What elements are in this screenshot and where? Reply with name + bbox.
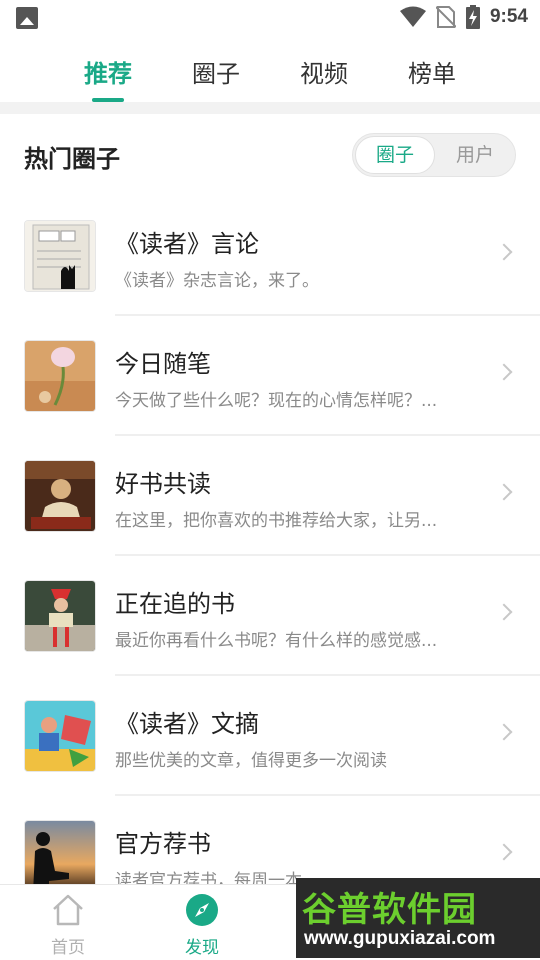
status-bar: 9:54 (0, 0, 540, 36)
circle-description: 在这里，把你喜欢的书推荐给大家，让另... (115, 511, 438, 531)
no-sim-icon (435, 6, 456, 28)
chevron-right-icon (495, 483, 513, 501)
battery-charging-icon (465, 5, 480, 29)
home-icon (53, 894, 83, 926)
list-item[interactable]: 好书共读 在这里，把你喜欢的书推荐给大家，让另... (0, 436, 540, 556)
chevron-right-icon (495, 363, 513, 381)
circle-user-toggle: 圈子 用户 (352, 133, 516, 177)
wifi-icon (399, 6, 426, 27)
clock-time: 9:54 (489, 6, 528, 27)
toggle-users-option[interactable]: 用户 (435, 136, 515, 174)
nav-discover[interactable]: 发现 (162, 893, 242, 958)
circle-title: 《读者》文摘 (115, 710, 259, 738)
section-title: 热门圈子 (24, 145, 120, 173)
circle-title: 今日随笔 (115, 350, 211, 378)
circle-thumbnail (24, 340, 96, 412)
circle-description: 那些优美的文章，值得更多一次阅读 (115, 751, 387, 771)
chevron-right-icon (495, 723, 513, 741)
nav-home-label: 首页 (51, 938, 85, 958)
list-item[interactable]: 《读者》文摘 那些优美的文章，值得更多一次阅读 (0, 676, 540, 796)
circle-title: 好书共读 (115, 470, 211, 498)
watermark-url: www.gupuxiazai.com (304, 928, 496, 949)
toggle-circles-option[interactable]: 圈子 (355, 136, 435, 174)
compass-icon (186, 894, 218, 926)
header-divider (0, 102, 540, 114)
list-item[interactable]: 《读者》言论 《读者》杂志言论，来了。 (0, 196, 540, 316)
circle-thumbnail (24, 580, 96, 652)
circle-thumbnail (24, 700, 96, 772)
tab-recommend[interactable]: 推荐 (84, 54, 132, 89)
circle-list: 《读者》言论 《读者》杂志言论，来了。 今日随笔 今天做了些什么呢？现在的心情怎… (0, 196, 540, 916)
tab-videos[interactable]: 视频 (300, 54, 348, 89)
circle-title: 《读者》言论 (115, 230, 259, 258)
top-tab-bar: 推荐 圈子 视频 榜单 (0, 36, 540, 102)
circle-thumbnail (24, 220, 96, 292)
chevron-right-icon (495, 603, 513, 621)
watermark-logo-text: 谷普软件园 (302, 890, 477, 930)
watermark: 谷普软件园 www.gupuxiazai.com (296, 878, 540, 958)
list-item[interactable]: 今日随笔 今天做了些什么呢？现在的心情怎样呢？... (0, 316, 540, 436)
tab-rankings[interactable]: 榜单 (408, 54, 456, 89)
circle-title: 官方荐书 (115, 830, 211, 858)
circle-thumbnail (24, 820, 96, 892)
circle-thumbnail (24, 460, 96, 532)
tab-circles[interactable]: 圈子 (192, 54, 240, 89)
circle-title: 正在追的书 (115, 590, 235, 618)
nav-home[interactable]: 首页 (28, 893, 108, 958)
chevron-right-icon (495, 843, 513, 861)
circle-description: 今天做了些什么呢？现在的心情怎样呢？... (115, 391, 438, 411)
nav-discover-label: 发现 (185, 938, 219, 958)
circle-description: 《读者》杂志言论，来了。 (115, 271, 319, 291)
circle-description: 最近你再看什么书呢？有什么样的感觉感... (115, 631, 438, 651)
list-item[interactable]: 正在追的书 最近你再看什么书呢？有什么样的感觉感... (0, 556, 540, 676)
chevron-right-icon (495, 243, 513, 261)
image-notification-icon (16, 7, 38, 29)
